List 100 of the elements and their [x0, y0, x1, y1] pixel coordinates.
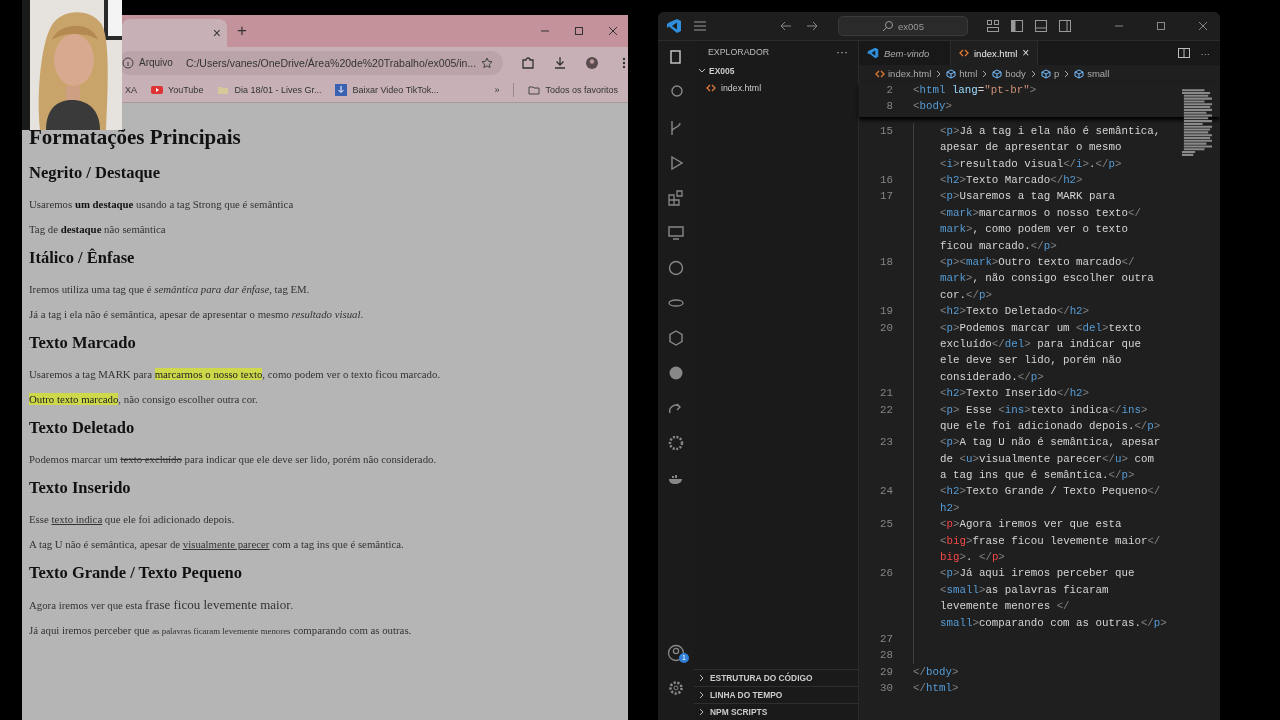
- search-field[interactable]: ex005: [838, 16, 968, 36]
- folder-icon: [528, 84, 541, 96]
- more-bookmarks-button[interactable]: »: [494, 85, 500, 95]
- code-line: mark>, não consigo escolher outra: [940, 271, 1154, 287]
- bookmark[interactable]: Dia 18/01 - Lives Gr...: [217, 84, 322, 96]
- blocks-icon[interactable]: [667, 189, 685, 207]
- section-heading: Itálico / Ênfase: [29, 248, 136, 268]
- close-tab-button[interactable]: ×: [1022, 46, 1030, 60]
- browser-tab[interactable]: ×: [122, 19, 227, 47]
- settings-icon[interactable]: [667, 679, 685, 697]
- paragraph: Já aqui iremos perceber que as palavras ficaram levemente menores comparando com as outras.: [29, 624, 413, 638]
- code-line: <h2>Texto Deletado</h2>: [940, 304, 1090, 320]
- line-number: 21: [879, 386, 893, 402]
- url-text: C:/Users/vanes/OneDrive/Área%20de%20Trabalho/ex005/in...: [185, 56, 477, 69]
- all-bookmarks-button[interactable]: Todos os favoritos: [528, 84, 618, 96]
- code-line: mark>, como podem ver o texto: [940, 222, 1129, 238]
- code-line: h2>: [940, 500, 961, 516]
- line-number: 25: [879, 517, 893, 533]
- bookmark[interactable]: XA: [125, 85, 137, 95]
- chevron-icon: [698, 708, 706, 716]
- chevron-icon: [698, 67, 706, 75]
- line-number: 16: [879, 173, 893, 188]
- minimap-drawing: [1182, 89, 1212, 157]
- sidebar-toggle-icon[interactable]: [1010, 19, 1024, 33]
- code-line: <h2>Texto Inserido</h2>: [940, 386, 1090, 402]
- code-line: <i>resultado visual</i>.</p>: [940, 156, 1123, 172]
- code-line: cor.</p>: [940, 287, 993, 303]
- file-label: Arquivo: [139, 57, 173, 68]
- breadcrumb-item[interactable]: body: [1005, 68, 1026, 79]
- paragraph: Usaremos um destaque usando a tag Strong que é semântica: [29, 198, 295, 211]
- file-item[interactable]: index.html: [694, 79, 858, 97]
- line-number: 27: [879, 631, 893, 647]
- code-line: <p>Agora iremos ver que esta: [940, 517, 1123, 533]
- close-icon[interactable]: [608, 26, 618, 36]
- chevron-icon: [698, 674, 706, 682]
- breadcrumb-item[interactable]: html: [959, 68, 978, 79]
- html-file-icon: [875, 68, 885, 79]
- panel-header[interactable]: ESTRUTURA DO CÓDIGO: [694, 669, 858, 686]
- vscode-logo-icon: [867, 47, 879, 59]
- breadcrumb-item[interactable]: small: [1087, 68, 1110, 79]
- html-file-icon: [706, 83, 716, 93]
- line-number: 8: [885, 99, 893, 115]
- line-number: 22: [879, 402, 893, 418]
- split-editor-icon[interactable]: [1176, 46, 1191, 60]
- monitor-icon[interactable]: [667, 224, 685, 242]
- download-icon[interactable]: [553, 55, 568, 70]
- line-number: 19: [879, 304, 893, 320]
- code-line: <html lang="pt-br">: [913, 83, 1037, 98]
- code-line: a tag ins que é semântica.</p>: [940, 468, 1136, 484]
- code-line: <p> Esse <ins>texto indica</ins>: [940, 402, 1149, 418]
- new-tab-button[interactable]: +: [237, 21, 247, 41]
- code-line: <p>Já aqui iremos perceber que: [940, 566, 1136, 582]
- layout-icon[interactable]: [986, 19, 1000, 33]
- breadcrumb-item[interactable]: index.html: [888, 68, 932, 79]
- secondary-sidebar-icon[interactable]: [1058, 19, 1072, 33]
- download-icon: [335, 84, 348, 96]
- panel-toggle-icon[interactable]: [1034, 19, 1048, 33]
- section-heading: Texto Inserido: [29, 478, 132, 498]
- folder-item[interactable]: EX005: [694, 63, 858, 79]
- page-heading: Formatações Principais: [29, 124, 242, 150]
- line-number: 2: [885, 83, 893, 98]
- section-heading: Texto Marcado: [29, 333, 137, 353]
- code-line: <p>Usaremos a tag MARK para: [940, 189, 1116, 205]
- code-line: <big>frase ficou levemente maior</: [940, 533, 1161, 549]
- paragraph: Já a tag i ela não é semântica, apesar de apresentar o mesmo resultado visual.: [29, 308, 365, 321]
- code-line: considerado.</p>: [940, 369, 1045, 385]
- chevron-icon: [1029, 69, 1038, 78]
- more-actions-button[interactable]: ···: [836, 45, 848, 59]
- code-line: ficou marcado.</p>: [940, 238, 1058, 254]
- panel-header[interactable]: NPM SCRIPTS: [694, 703, 858, 720]
- bookmark[interactable]: YouTube: [151, 84, 204, 96]
- breadcrumb-item[interactable]: p: [1053, 68, 1060, 79]
- code-line: <p>A tag U não é semântica, apesar: [940, 435, 1161, 451]
- maximize-icon[interactable]: [574, 26, 584, 36]
- close-icon[interactable]: [1198, 21, 1208, 31]
- code-line: que ele foi adicionado depois.</p>: [940, 418, 1161, 434]
- editor-tab[interactable]: index.html ×: [951, 41, 1039, 65]
- line-number: 24: [879, 484, 893, 500]
- more-actions-button[interactable]: ···: [1200, 47, 1210, 59]
- line-number: 18: [879, 254, 893, 270]
- code-line: small>comparando com as outras.</p>: [940, 615, 1167, 631]
- maximize-icon[interactable]: [1156, 21, 1166, 31]
- info-icon[interactable]: [122, 56, 134, 69]
- line-number: 20: [879, 320, 893, 336]
- panel-header[interactable]: LINHA DO TEMPO: [694, 686, 858, 703]
- star-icon[interactable]: [481, 56, 494, 69]
- folder-icon: [217, 84, 230, 96]
- chevron-icon: [698, 691, 706, 699]
- account-icon[interactable]: [667, 644, 685, 662]
- circle-icon[interactable]: [667, 259, 685, 277]
- line-number: 29: [879, 664, 893, 680]
- code-line: <p>Podemos marcar um <del>texto: [940, 320, 1141, 336]
- bookmark[interactable]: Baixar Video TikTok...: [335, 84, 439, 96]
- code-line: ele deve ser lido, porém não: [940, 353, 1123, 369]
- paragraph: Agora iremos ver que esta frase ficou levemente maior.: [29, 598, 295, 612]
- line-number: 26: [879, 566, 893, 582]
- profile-icon[interactable]: [585, 55, 600, 70]
- section-heading: Texto Grande / Texto Pequeno: [29, 563, 243, 583]
- close-tab-button[interactable]: ×: [212, 25, 221, 41]
- code-line: <body>: [913, 99, 952, 115]
